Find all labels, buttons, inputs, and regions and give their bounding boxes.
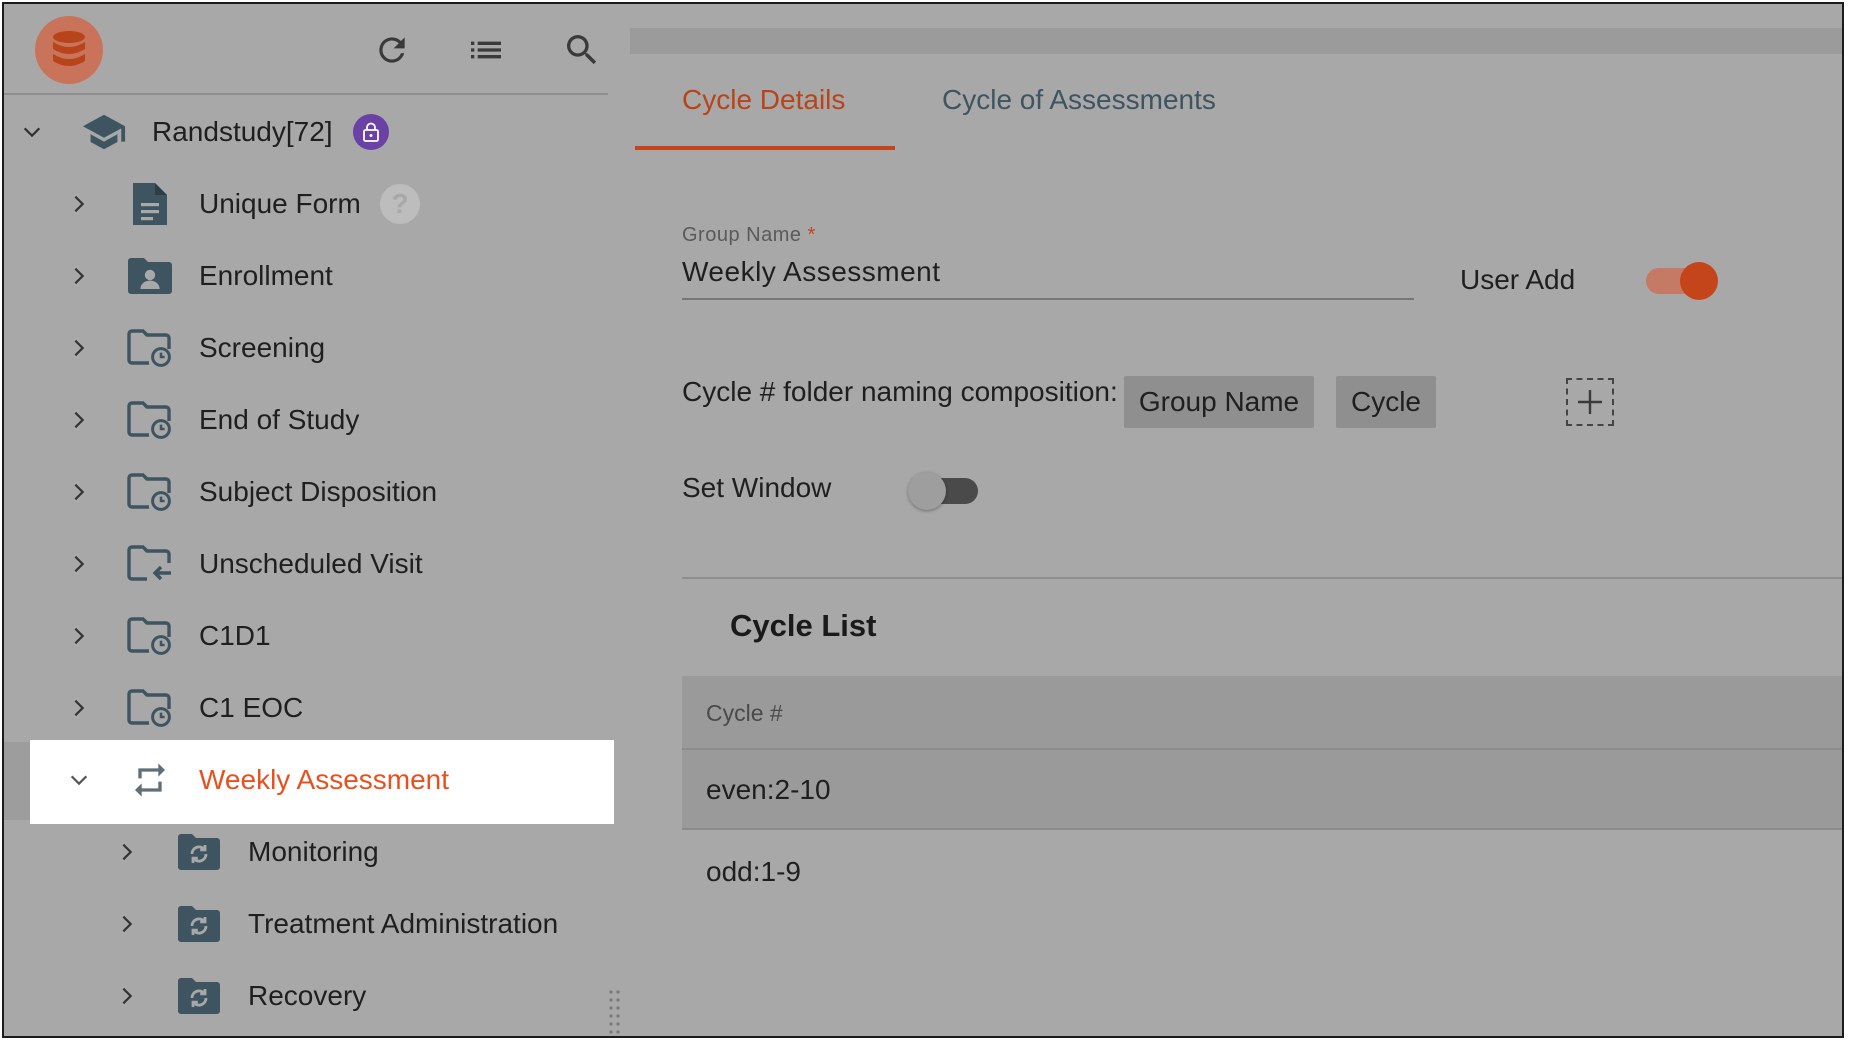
set-window-toggle[interactable] bbox=[908, 472, 980, 510]
table-row[interactable]: even:2-10 bbox=[682, 750, 1842, 830]
graduation-cap-icon bbox=[81, 109, 127, 155]
cycle-list-title: Cycle List bbox=[730, 608, 877, 643]
toggle-knob bbox=[1680, 262, 1718, 300]
document-icon bbox=[127, 181, 173, 227]
chevron-right-icon[interactable] bbox=[112, 837, 142, 867]
tree-item-subject-disposition[interactable]: Subject Disposition bbox=[4, 456, 608, 528]
active-tab-indicator bbox=[635, 146, 895, 150]
tree-root-label: Randstudy[72] bbox=[152, 116, 333, 147]
cycle-folder-icon bbox=[176, 829, 222, 875]
chevron-right-icon[interactable] bbox=[64, 621, 94, 651]
user-add-label: User Add bbox=[1460, 264, 1576, 295]
required-mark: * bbox=[807, 224, 816, 246]
tree-item-label: Enrollment bbox=[199, 260, 333, 291]
app-window: Randstudy[72] Unique Form ? Enrollment S… bbox=[2, 2, 1844, 1038]
tree-item-enrollment[interactable]: Enrollment bbox=[4, 240, 608, 312]
group-name-label: Group Name * bbox=[682, 224, 816, 247]
column-header-cycle-number[interactable]: Cycle # bbox=[706, 700, 783, 727]
set-window-label: Set Window bbox=[682, 472, 832, 503]
cycle-folder-icon bbox=[176, 973, 222, 1019]
composition-chip-group-name[interactable]: Group Name bbox=[1124, 376, 1314, 428]
folder-arrow-icon bbox=[127, 541, 173, 587]
tree-item-label: Monitoring bbox=[248, 836, 379, 867]
folder-clock-icon bbox=[127, 325, 173, 371]
tab-cycle-details[interactable]: Cycle Details bbox=[682, 84, 845, 116]
resize-handle[interactable] bbox=[608, 988, 622, 1034]
tree-item-unscheduled-visit[interactable]: Unscheduled Visit bbox=[4, 528, 608, 600]
tree-item-c1d1[interactable]: C1D1 bbox=[4, 600, 608, 672]
chevron-right-icon[interactable] bbox=[64, 189, 94, 219]
tree-item-label: Subject Disposition bbox=[199, 476, 438, 507]
help-badge[interactable]: ? bbox=[380, 184, 420, 224]
chevron-right-icon[interactable] bbox=[64, 333, 94, 363]
group-name-input[interactable]: Weekly Assessment bbox=[682, 256, 1414, 300]
detail-panel: Cycle Details Cycle of Assessments Group… bbox=[630, 4, 1842, 1036]
tree-child-monitoring[interactable]: Monitoring bbox=[4, 816, 608, 888]
chevron-right-icon[interactable] bbox=[64, 261, 94, 291]
folder-clock-icon bbox=[127, 397, 173, 443]
tree-item-c1-eoc[interactable]: C1 EOC bbox=[4, 672, 608, 744]
folder-clock-icon bbox=[127, 613, 173, 659]
tab-cycle-of-assessments[interactable]: Cycle of Assessments bbox=[942, 84, 1216, 116]
chevron-right-icon[interactable] bbox=[64, 693, 94, 723]
tree-item-label: Weekly Assessment bbox=[199, 764, 450, 795]
add-composition-button[interactable] bbox=[1566, 378, 1614, 426]
sidebar-toolbar bbox=[4, 4, 608, 95]
tree-item-unique-form[interactable]: Unique Form ? bbox=[4, 168, 608, 240]
tree-item-weekly-assessment[interactable]: Weekly Assessment bbox=[4, 744, 608, 816]
database-icon[interactable] bbox=[35, 16, 103, 84]
repeat-icon bbox=[127, 757, 173, 803]
sidebar-tree: Randstudy[72] Unique Form ? Enrollment S… bbox=[4, 4, 620, 1036]
table-cell: even:2-10 bbox=[706, 774, 831, 805]
tree-item-label: C1D1 bbox=[199, 620, 271, 651]
table-cell: odd:1-9 bbox=[706, 856, 801, 887]
naming-composition-label: Cycle # folder naming composition: bbox=[682, 376, 1118, 407]
user-add-toggle[interactable] bbox=[1646, 262, 1718, 300]
search-icon[interactable] bbox=[560, 28, 604, 72]
chevron-right-icon[interactable] bbox=[112, 981, 142, 1011]
panel-topbar bbox=[630, 28, 1842, 54]
cycle-folder-icon bbox=[176, 901, 222, 947]
chevron-right-icon[interactable] bbox=[64, 549, 94, 579]
tree-item-label: C1 EOC bbox=[199, 692, 304, 723]
lock-icon bbox=[353, 114, 389, 150]
chevron-down-icon[interactable] bbox=[17, 117, 47, 147]
chevron-right-icon[interactable] bbox=[112, 909, 142, 939]
chevron-right-icon[interactable] bbox=[64, 477, 94, 507]
tree-item-label: Unscheduled Visit bbox=[199, 548, 423, 579]
tree-item-screening[interactable]: Screening bbox=[4, 312, 608, 384]
toggle-knob bbox=[908, 472, 946, 510]
tree-item-label: Unique Form bbox=[199, 188, 361, 219]
composition-chip-cycle[interactable]: Cycle bbox=[1336, 376, 1436, 428]
chevron-down-icon[interactable] bbox=[64, 765, 94, 795]
tree-child-recovery[interactable]: Recovery bbox=[4, 960, 608, 1032]
tree-item-label: Recovery bbox=[248, 980, 367, 1011]
group-name-label-text: Group Name bbox=[682, 224, 802, 246]
tree-root-randstudy[interactable]: Randstudy[72] bbox=[4, 96, 608, 168]
tree-item-label: Screening bbox=[199, 332, 326, 363]
folder-clock-icon bbox=[127, 685, 173, 731]
tree-item-end-of-study[interactable]: End of Study bbox=[4, 384, 608, 456]
table-row[interactable]: odd:1-9 bbox=[682, 832, 1842, 912]
list-icon[interactable] bbox=[464, 28, 508, 72]
table-header: Cycle # bbox=[682, 676, 1842, 750]
refresh-icon[interactable] bbox=[370, 28, 414, 72]
tree-child-treatment-administration[interactable]: Treatment Administration bbox=[4, 888, 608, 960]
section-divider bbox=[682, 577, 1842, 579]
folder-user-icon bbox=[127, 253, 173, 299]
folder-clock-icon bbox=[127, 469, 173, 515]
chevron-right-icon[interactable] bbox=[64, 405, 94, 435]
tree-item-label: End of Study bbox=[199, 404, 360, 435]
tree-item-label: Treatment Administration bbox=[248, 908, 559, 939]
